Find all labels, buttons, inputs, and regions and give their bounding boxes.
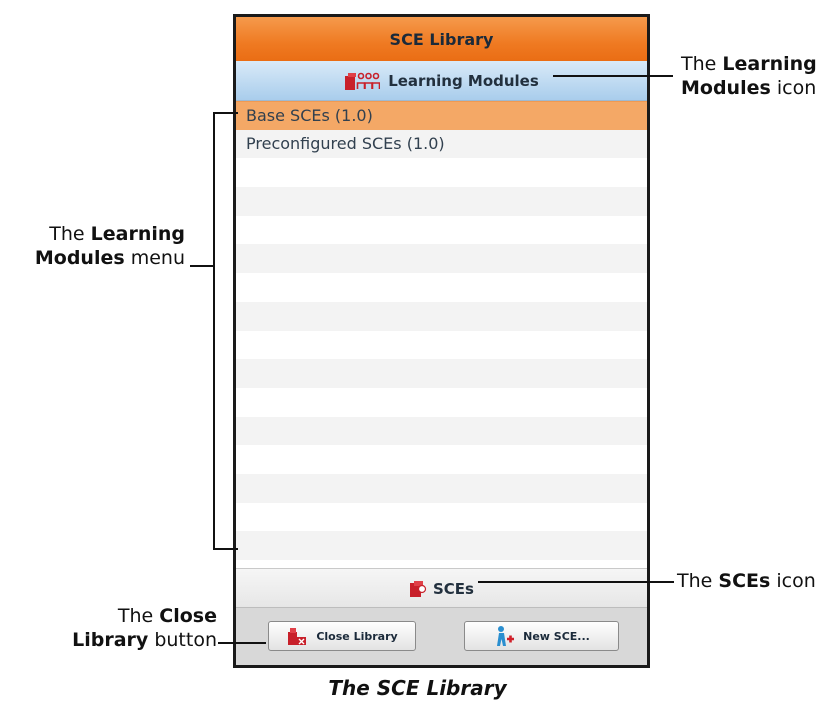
menu-bracket-bottom xyxy=(213,548,238,550)
new-sce-icon xyxy=(493,625,515,647)
panel-title-text: SCE Library xyxy=(389,29,494,49)
list-item[interactable]: Base SCEs (1.0) xyxy=(236,101,647,130)
learning-modules-header[interactable]: Learning Modules xyxy=(236,61,647,101)
lm-icon-leader-line xyxy=(553,75,673,77)
empty-row xyxy=(236,503,647,532)
empty-row xyxy=(236,331,647,360)
annotation-bold: Library xyxy=(72,629,149,651)
empty-row xyxy=(236,187,647,216)
close-library-label: Close Library xyxy=(316,629,398,643)
empty-row xyxy=(236,273,647,302)
close-library-icon xyxy=(286,626,308,646)
close-library-button[interactable]: Close Library xyxy=(268,621,416,651)
annotation-sces-icon: The SCEs icon xyxy=(677,569,816,593)
sce-library-panel: SCE Library Learning Modules Base SCEs (… xyxy=(233,14,650,668)
sces-header[interactable]: SCEs xyxy=(236,568,647,608)
sces-leader-line xyxy=(478,581,674,583)
annotation-text: icon xyxy=(776,570,816,592)
list-item-label: Preconfigured SCEs (1.0) xyxy=(246,133,445,153)
empty-row xyxy=(236,359,647,388)
list-item[interactable]: Preconfigured SCEs (1.0) xyxy=(236,129,647,159)
annotation-text: The xyxy=(117,605,154,627)
sces-label: SCEs xyxy=(433,579,474,598)
button-bar: Close Library New SCE... xyxy=(236,607,647,665)
annotation-bold: Learning xyxy=(722,53,817,75)
empty-row xyxy=(236,216,647,245)
list-item-label: Base SCEs (1.0) xyxy=(246,106,373,125)
learning-modules-menu: Base SCEs (1.0) Preconfigured SCEs (1.0) xyxy=(236,101,647,566)
annotation-bold: SCEs xyxy=(718,570,771,592)
close-leader-line xyxy=(218,642,266,644)
learning-modules-label: Learning Modules xyxy=(388,71,539,90)
menu-bracket-top xyxy=(213,112,238,114)
annotation-bold: Close xyxy=(159,605,217,627)
annotation-text: icon xyxy=(776,77,817,99)
empty-row xyxy=(236,473,647,503)
empty-row xyxy=(236,301,647,331)
menu-leader-line xyxy=(190,265,214,267)
empty-row xyxy=(236,531,647,560)
sces-icon xyxy=(409,580,427,598)
annotation-bold: Modules xyxy=(34,247,125,269)
empty-row xyxy=(236,416,647,446)
new-sce-label: New SCE... xyxy=(523,629,590,643)
annotation-bold: Modules xyxy=(681,77,771,99)
annotation-text: button xyxy=(154,629,217,651)
menu-bracket-vertical xyxy=(213,112,215,550)
annotation-text: The xyxy=(49,223,85,245)
panel-title: SCE Library xyxy=(236,17,647,61)
annotation-learning-modules-icon: The Learning Modules icon xyxy=(681,52,817,100)
annotation-text: The xyxy=(681,53,717,75)
learning-modules-icon xyxy=(344,71,381,91)
empty-row xyxy=(236,244,647,274)
empty-row xyxy=(236,158,647,187)
annotation-text: The xyxy=(677,570,713,592)
annotation-text: menu xyxy=(130,247,185,269)
annotation-bold: Learning xyxy=(90,223,185,245)
annotation-close-library-button: The Close Library button xyxy=(72,604,217,652)
empty-row xyxy=(236,445,647,474)
empty-row xyxy=(236,388,647,417)
annotation-learning-modules-menu: The Learning Modules menu xyxy=(35,222,185,270)
figure-caption: The SCE Library xyxy=(328,676,507,700)
new-sce-button[interactable]: New SCE... xyxy=(464,621,619,651)
